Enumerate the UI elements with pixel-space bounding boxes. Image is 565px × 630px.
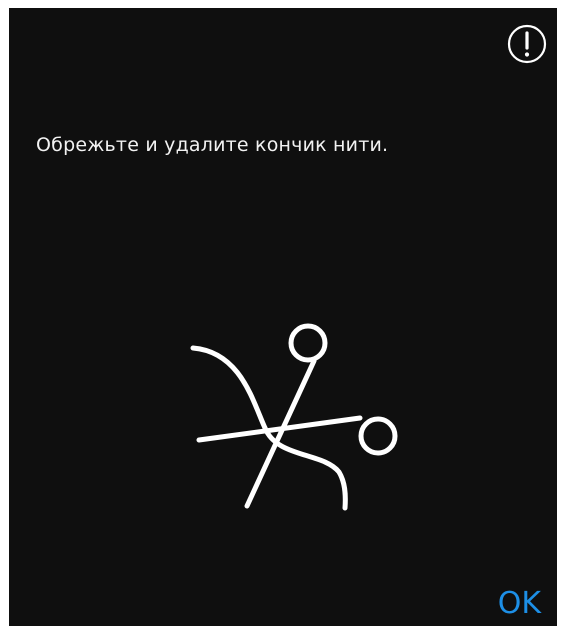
instruction-text: Обрежьте и удалите кончик нити. <box>36 134 389 156</box>
ok-button[interactable]: OK <box>498 584 541 624</box>
thread-trim-dialog: Обрежьте и удалите кончик нити. OK <box>9 8 557 626</box>
alert-exclamation-icon <box>507 24 547 64</box>
scissors-thread-icon <box>190 323 398 511</box>
